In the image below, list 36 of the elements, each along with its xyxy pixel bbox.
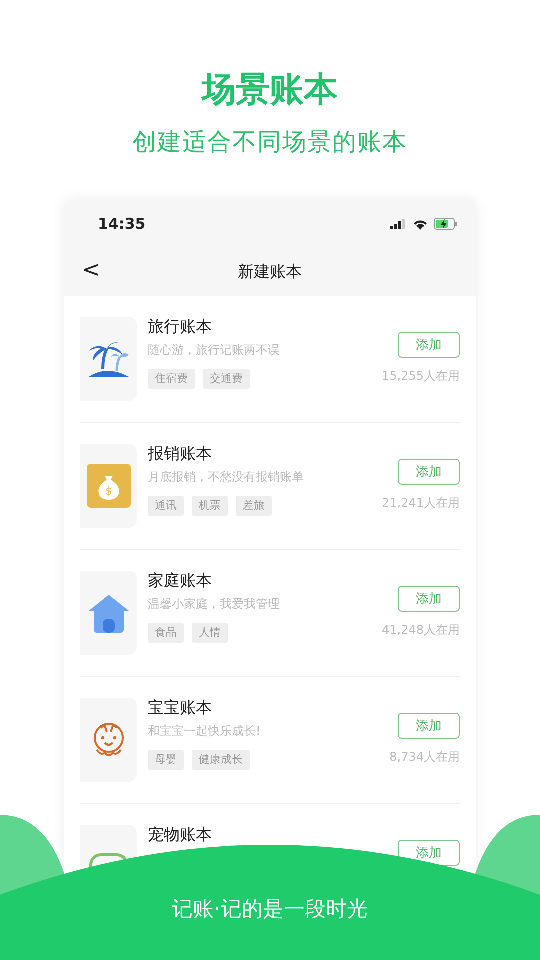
category-tag: 人情 [192, 623, 228, 643]
book-description: 和宝宝一起快乐成长! [148, 723, 262, 740]
category-tag: 食品 [148, 623, 184, 643]
book-title: 报销账本 [148, 444, 213, 464]
headline: 场景账本 [202, 69, 338, 112]
book-description: 月底报销，不愁没有报销账单 [148, 469, 305, 486]
add-button[interactable]: 添加 [398, 459, 460, 485]
category-tag: 母婴 [148, 750, 184, 770]
book-description: 温馨小家庭，我爱我管理 [148, 596, 281, 613]
add-button[interactable]: 添加 [398, 586, 460, 612]
user-count: 21,241人在用 [382, 495, 460, 512]
signal-icon [390, 219, 407, 229]
category-tag: 交通费 [203, 369, 250, 389]
money-bag-icon: $ [86, 464, 130, 508]
user-count: 15,255人在用 [382, 368, 460, 385]
book-title: 旅行账本 [148, 317, 213, 337]
battery-icon [434, 218, 458, 230]
book-title: 宠物账本 [148, 825, 213, 845]
book-title: 家庭账本 [148, 571, 213, 591]
subtitle: 创建适合不同场景的账本 [132, 127, 408, 158]
screen-title: 新建账本 [238, 262, 302, 282]
user-count: 8,734人在用 [390, 749, 460, 766]
category-tag: 差旅 [236, 496, 272, 516]
book-title: 宝宝账本 [148, 698, 213, 718]
category-tag: 通讯 [148, 496, 184, 516]
category-tag: 健康成长 [192, 750, 250, 770]
slogan: 记账·记的是一段时光 [171, 896, 369, 923]
add-button[interactable]: 添加 [398, 713, 460, 739]
back-button[interactable]: < [78, 258, 104, 283]
category-tag: 机票 [192, 496, 228, 516]
status-time: 14:35 [98, 215, 146, 233]
add-button[interactable]: 添加 [398, 332, 460, 358]
book-description: 随心游，旅行记账两不误 [148, 342, 281, 359]
category-tag: 住宿费 [148, 369, 195, 389]
user-count: 41,248人在用 [382, 622, 460, 639]
wifi-icon [413, 218, 428, 230]
